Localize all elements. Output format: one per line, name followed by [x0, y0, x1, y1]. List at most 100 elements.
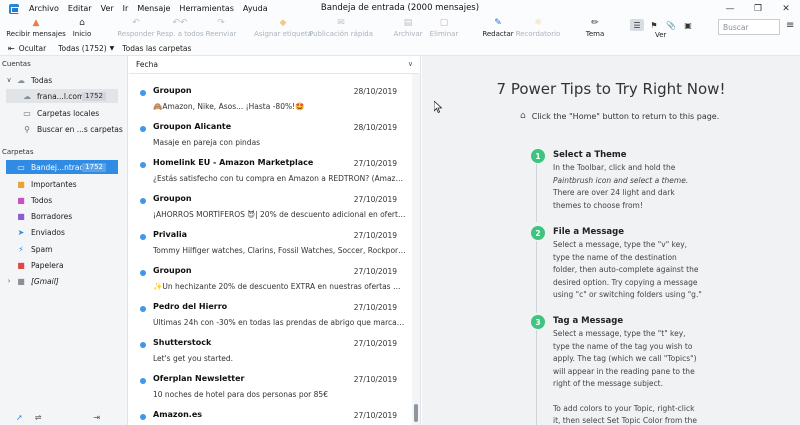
unread-dot-icon[interactable] [140, 342, 146, 348]
accounts-header: Cuentas [2, 60, 31, 68]
sidebar-item-account[interactable]: ☁ frana...l.com 1752 [6, 89, 118, 103]
unread-dot-icon[interactable] [140, 198, 146, 204]
menu-editar[interactable]: Editar [65, 4, 95, 13]
unread-dot-icon[interactable] [140, 414, 146, 420]
delete-button[interactable]: ▢ Eliminar [428, 18, 460, 41]
menu-herramientas[interactable]: Herramientas [176, 4, 237, 13]
quick-post-button[interactable]: ✉ Publicación rápida [309, 18, 373, 41]
menu-ayuda[interactable]: Ayuda [240, 4, 271, 13]
activity-icon[interactable]: ➚ [16, 413, 23, 422]
chevron-down-icon[interactable]: ▼ [110, 45, 115, 52]
view-button-label[interactable]: Ver [655, 30, 666, 40]
minimize-icon[interactable]: — [716, 0, 744, 17]
collapse-icon[interactable]: ⇤ [8, 44, 15, 53]
tip-title: Select a Theme [553, 150, 627, 160]
archive-icon: ▤ [403, 18, 413, 28]
sidebar-item-all[interactable]: ■ Todos [0, 193, 128, 207]
list-view-icon[interactable]: ☰ [630, 19, 644, 31]
get-messages-button[interactable]: ▲ Recibir mensajes [6, 18, 66, 41]
list-item[interactable]: Groupon Alicante 28/10/2019 Masaje en pa… [129, 114, 412, 150]
scrollbar[interactable] [412, 74, 420, 425]
list-item[interactable]: Privalia 27/10/2019 Tommy Hilfiger watch… [129, 222, 412, 258]
folder-icon: ■ [17, 276, 25, 286]
list-item[interactable]: Groupon 27/10/2019 ✨Un hechizante 20% de… [129, 258, 412, 294]
unread-dot-icon[interactable] [140, 378, 146, 384]
folders-header: Carpetas [2, 148, 34, 156]
cloud-icon: ☁ [23, 91, 31, 101]
reply-all-button[interactable]: ↶↶ Resp. a todos [156, 18, 203, 41]
reply-button[interactable]: ↶ Responder [117, 18, 154, 41]
forward-button[interactable]: ↷ Reenviar [205, 18, 237, 41]
sidebar-item-spam[interactable]: ⚡ Spam [0, 242, 128, 256]
collapse-sidebar-icon[interactable]: ⇥ [93, 413, 100, 422]
compose-button[interactable]: ✎ Redactar [481, 18, 515, 41]
archive-button[interactable]: ▤ Archivar [392, 18, 424, 41]
search-icon: ⚲ [24, 124, 30, 134]
scrollbar-thumb[interactable] [414, 404, 418, 422]
image-icon[interactable]: ▣ [681, 19, 695, 31]
message-list: Fecha ∨ Groupon 28/10/2019 🙈Amazon, Nike… [129, 56, 421, 425]
menu-mensaje[interactable]: Mensaje [134, 4, 173, 13]
list-item[interactable]: Homelink EU - Amazon Marketplace 27/10/2… [129, 150, 412, 186]
unread-dot-icon[interactable] [140, 306, 146, 312]
sidebar-item-drafts[interactable]: ■ Borradores [0, 209, 128, 223]
all-mail-icon: ■ [17, 195, 25, 205]
theme-brush-icon: ✏ [591, 18, 599, 28]
cloud-icon: ☁ [17, 75, 25, 85]
sent-icon: ➤ [17, 227, 25, 237]
unread-count-badge: 1752 [82, 91, 106, 101]
home-hint: ⌂ Click the "Home" button to return to t… [520, 111, 720, 121]
tag-icon: ◆ [279, 18, 287, 28]
close-icon[interactable]: ✕ [772, 0, 800, 17]
menu-ir[interactable]: Ir [120, 4, 132, 13]
list-item[interactable]: Pedro del Hierro 27/10/2019 Últimas 24h … [129, 294, 412, 330]
sidebar-item-todas[interactable]: ∨ ☁ Todas [0, 73, 128, 87]
sidebar-item-trash[interactable]: ■ Papelera [0, 258, 128, 272]
list-item[interactable]: Groupon 27/10/2019 ¡AHORROS MORTÍFEROS 😈… [129, 186, 412, 222]
tip-title: Tag a Message [553, 316, 624, 326]
drafts-icon: ■ [17, 211, 25, 221]
list-item[interactable]: Groupon 28/10/2019 🙈Amazon, Nike, Asos..… [129, 78, 412, 114]
sidebar-item-sent[interactable]: ➤ Enviados [0, 225, 128, 239]
search-input[interactable]: Buscar [718, 19, 780, 35]
compose-icon: ✎ [494, 18, 502, 28]
tip-divider [536, 241, 537, 313]
reminder-button[interactable]: ☼ Recordatorio [516, 18, 561, 41]
chevron-down-icon[interactable]: ∨ [5, 76, 13, 84]
sort-header[interactable]: Fecha ∨ [129, 56, 419, 74]
unread-dot-icon[interactable] [140, 126, 146, 132]
app-logo-icon [9, 3, 19, 14]
home-button[interactable]: ⌂ Inicio [68, 18, 96, 41]
unread-dot-icon[interactable] [140, 90, 146, 96]
maximize-icon[interactable]: ❐ [744, 0, 772, 17]
unread-dot-icon[interactable] [140, 270, 146, 276]
reply-icon: ↶ [132, 18, 140, 28]
important-icon: ■ [17, 179, 25, 189]
unread-dot-icon[interactable] [140, 234, 146, 240]
home-icon: ⌂ [79, 18, 85, 28]
sidebar-item-local-folders[interactable]: ▭ Carpetas locales [0, 106, 128, 120]
settings-sliders-icon[interactable]: ⇌ [35, 413, 42, 422]
sidebar-footer: ➚ ⇌ ⇥ [0, 409, 128, 425]
home-icon: ⌂ [520, 111, 526, 121]
filter-dropdown[interactable]: Todas (1752) [58, 44, 106, 53]
hamburger-menu-icon[interactable]: ≡ [786, 20, 794, 31]
list-item[interactable]: Amazon.es 27/10/2019 [129, 402, 412, 425]
assign-tag-button[interactable]: ◆ Asignar etiqueta [254, 18, 312, 41]
hide-button[interactable]: Ocultar [19, 44, 46, 53]
sidebar-item-gmail[interactable]: › ■ [Gmail] [0, 274, 128, 288]
menu-ver[interactable]: Ver [98, 4, 117, 13]
chevron-right-icon[interactable]: › [5, 277, 13, 285]
sidebar-item-inbox[interactable]: ▭ Bandej...ntrada 1752 [6, 160, 118, 174]
sidebar-item-search-folders[interactable]: ⚲ Buscar en ...s carpetas [0, 122, 128, 136]
sidebar-item-important[interactable]: ■ Importantes [0, 177, 128, 191]
list-item[interactable]: Shutterstock 27/10/2019 Let's get you st… [129, 330, 412, 366]
tip-number-badge: 2 [531, 226, 545, 240]
chevron-down-icon[interactable]: ∨ [408, 60, 413, 68]
unread-dot-icon[interactable] [140, 162, 146, 168]
list-item[interactable]: Oferplan Newsletter 27/10/2019 10 noches… [129, 366, 412, 402]
scope-button[interactable]: Todas las carpetas [122, 44, 191, 53]
menu-bar: Archivo Editar Ver Ir Mensaje Herramient… [0, 0, 800, 17]
theme-button[interactable]: ✏ Tema [584, 18, 606, 41]
menu-archivo[interactable]: Archivo [26, 4, 62, 13]
